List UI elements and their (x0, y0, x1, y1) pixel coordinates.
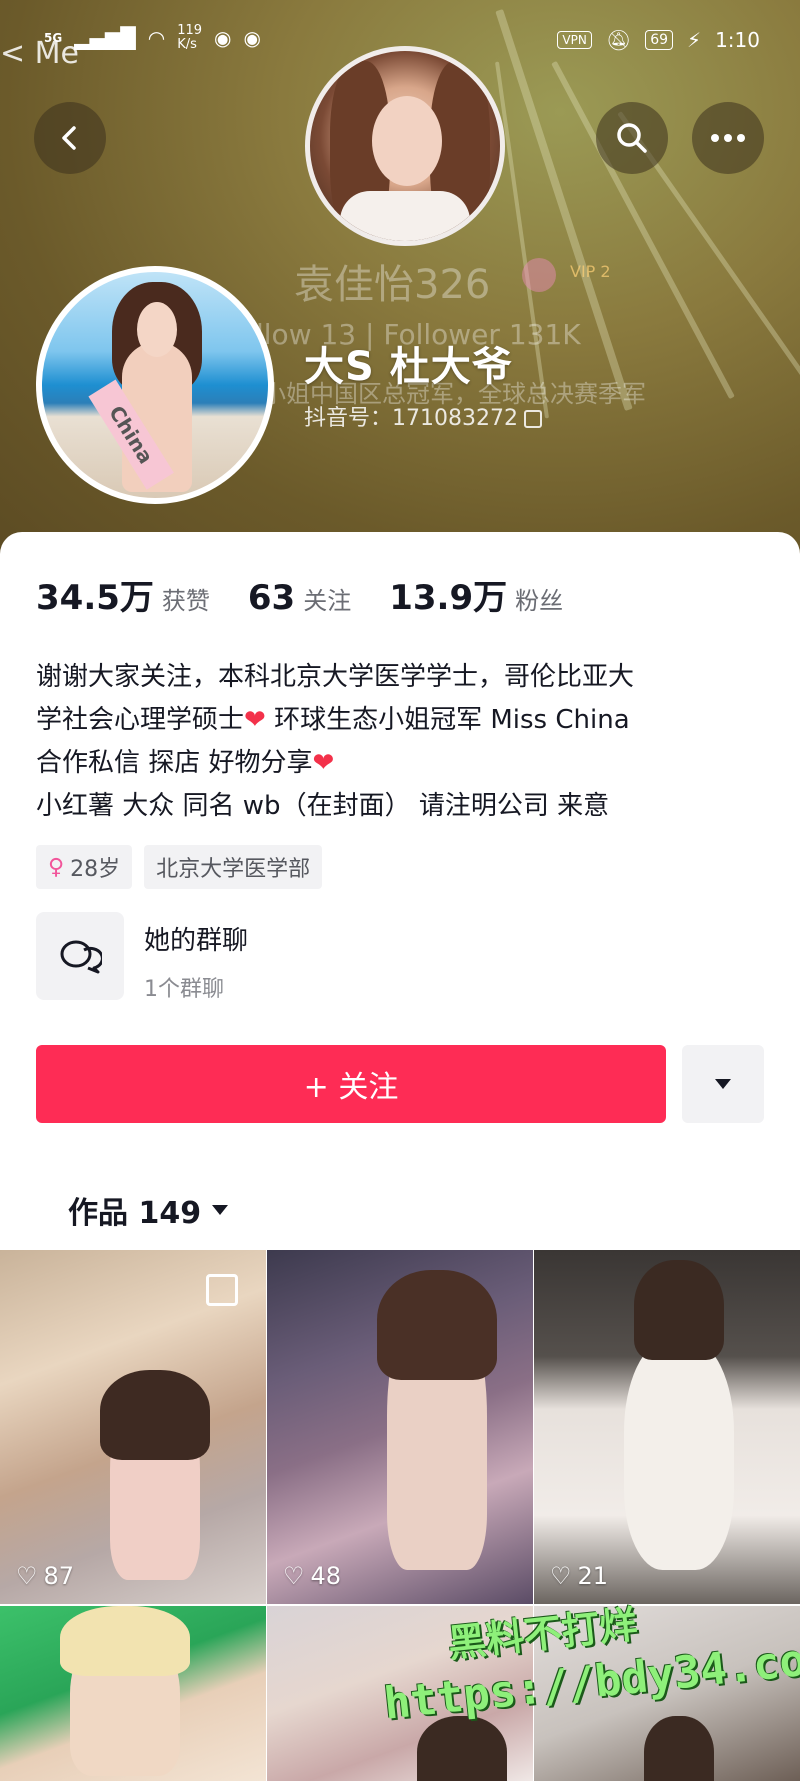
heart-outline-icon: ♡ (550, 1562, 572, 1590)
video-likes: ♡ 48 (283, 1562, 342, 1590)
video-thumbnail[interactable] (0, 1606, 266, 1781)
group-chat-icon (36, 912, 124, 1000)
heart-emoji-icon: ❤ (312, 748, 335, 778)
overlay-back-text: < Me (0, 36, 80, 71)
telegram-icon-2: ◉ (243, 26, 261, 50)
video-likes: ♡ 21 (550, 1562, 609, 1590)
profile-avatar[interactable]: China (36, 266, 274, 504)
heart-outline-icon: ♡ (283, 1562, 305, 1590)
group-chat-count: 1个群聊 (144, 977, 224, 1002)
video-thumbnail[interactable]: ♡ 87 (0, 1250, 266, 1604)
stat-followers[interactable]: 13.9万 粉丝 (389, 570, 563, 619)
bio-line: 合作私信 探店 好物分享❤ (36, 748, 335, 778)
profile-display-name: 大S 杜大爷 (304, 344, 513, 390)
network-speed: 119 K/s (177, 23, 203, 52)
female-icon: ♀ (48, 854, 65, 880)
background-username: 袁佳怡326 (294, 262, 491, 308)
clock: 1:10 (715, 28, 760, 52)
vpn-badge: VPN (557, 31, 592, 49)
profile-header-background: 5G ▂▄▆█ ◠ 119 K/s ◉ ◉ VPN 🔕︎ 69 ⚡︎ 1:10 … (0, 0, 800, 560)
stat-following[interactable]: 63 关注 (248, 578, 351, 618)
recommend-dropdown-button[interactable] (682, 1045, 764, 1123)
chevron-left-icon (62, 126, 76, 150)
profile-tags: ♀ 28岁 北京大学医学部 (36, 845, 323, 889)
bio-line: 小红薯 大众 同名 wb（在封面） 请注明公司 来意 (36, 791, 610, 821)
tag-age: ♀ 28岁 (36, 845, 133, 889)
charging-icon: ⚡︎ (687, 28, 702, 52)
background-avatar (305, 46, 505, 246)
caret-down-icon (715, 1079, 731, 1089)
stat-likes[interactable]: 34.5万 获赞 (36, 570, 210, 619)
tag-school[interactable]: 北京大学医学部 (144, 845, 323, 889)
search-icon (617, 123, 647, 153)
caret-down-icon (212, 1205, 229, 1215)
copy-icon[interactable] (523, 410, 542, 428)
multi-image-icon (206, 1274, 238, 1306)
signal-icon: ▂▄▆█ (74, 26, 136, 50)
profile-bio: 谢谢大家关注，本科北京大学医学学士，哥伦比亚大 学社会心理学硕士❤ 环球生态小姐… (36, 656, 776, 828)
heart-outline-icon: ♡ (16, 1562, 38, 1590)
bio-line: 谢谢大家关注，本科北京大学医学学士，哥伦比亚大 (36, 662, 635, 692)
profile-stats: 34.5万 获赞 63 关注 13.9万 粉丝 (36, 570, 601, 619)
background-gender-icon (522, 258, 556, 292)
heart-emoji-icon: ❤ (244, 705, 266, 735)
ellipsis-icon (711, 134, 745, 142)
douyin-id-text: 抖音号：171083272 (304, 406, 518, 431)
more-options-button[interactable] (692, 102, 764, 174)
battery-level: 69 (645, 30, 674, 50)
video-likes: ♡ 87 (16, 1562, 75, 1590)
mute-icon: 🔕︎ (605, 28, 632, 52)
group-chat-title: 她的群聊 (144, 926, 249, 956)
douyin-id[interactable]: 抖音号：171083272 (304, 400, 542, 432)
background-vip-badge: VIP 2 (570, 262, 611, 281)
group-chat-entry[interactable]: 她的群聊 1个群聊 (36, 912, 248, 1003)
wifi-icon: ◠ (147, 26, 166, 50)
telegram-icon: ◉ (214, 26, 232, 50)
video-thumbnail[interactable]: ♡ 21 (534, 1250, 800, 1604)
follow-button[interactable]: + 关注 (36, 1045, 666, 1123)
search-button[interactable] (596, 102, 668, 174)
video-thumbnail[interactable]: ♡ 48 (267, 1250, 533, 1604)
tab-works[interactable]: 作品 149 (68, 1188, 229, 1232)
back-button[interactable] (34, 102, 106, 174)
bio-line: 学社会心理学硕士❤ 环球生态小姐冠军 Miss China (36, 705, 630, 735)
